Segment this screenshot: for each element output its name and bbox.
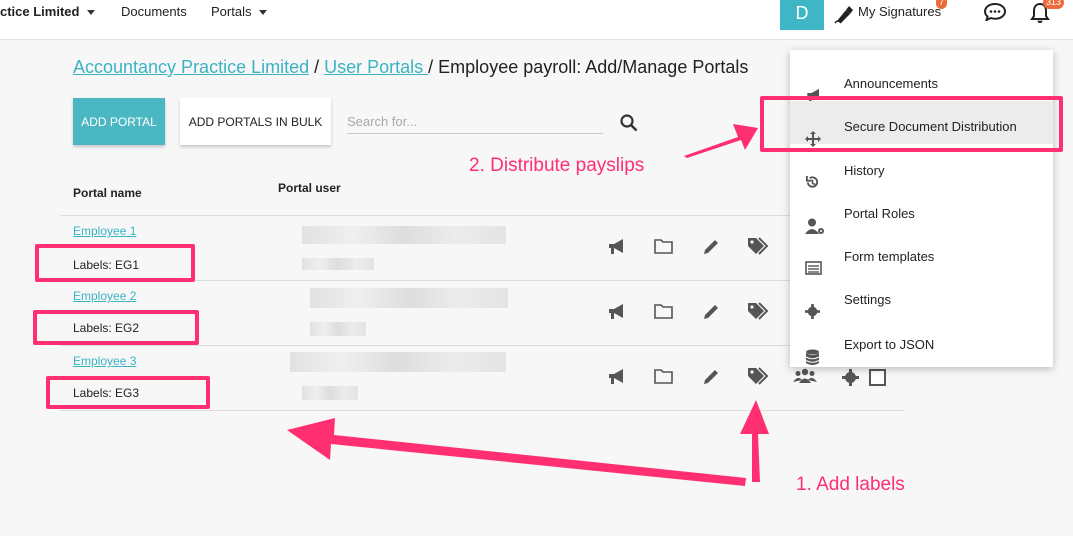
- arrow-to-tags-icon: [740, 400, 769, 482]
- arrow-to-secure-distribution-icon: [684, 124, 758, 158]
- arrow-to-labels-icon: [287, 418, 746, 486]
- annotation-arrows: [287, 124, 769, 486]
